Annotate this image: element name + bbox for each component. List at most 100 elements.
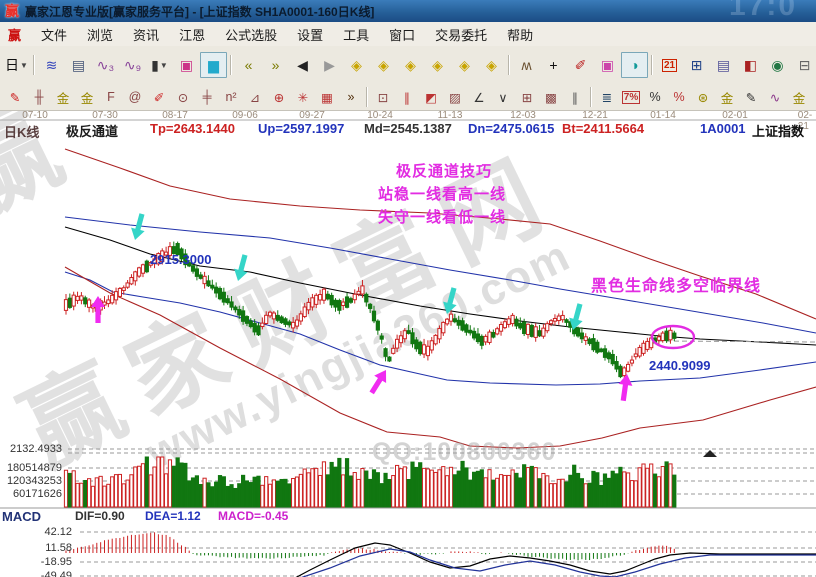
slash-tool-icon[interactable]: ∥ — [563, 86, 587, 108]
stock-name: 上证指数 — [752, 121, 804, 140]
toolbar-separator — [33, 55, 35, 75]
step-back-button[interactable]: ◀ — [289, 52, 316, 78]
macd-axis-tick-1: 42.12 — [0, 526, 72, 538]
date-tick: 11-13 — [438, 110, 463, 121]
channel-md-value: Md=2545.1387 — [364, 121, 452, 136]
goto-first-button[interactable]: « — [235, 52, 262, 78]
fan-box-tool-icon[interactable]: ◩ — [419, 86, 443, 108]
percent-tool-icon[interactable]: % — [643, 86, 667, 108]
box-grid-tool-icon[interactable]: ⊡ — [371, 86, 395, 108]
date-tick: 09-27 — [299, 110, 325, 121]
gold-bars-tool-icon[interactable]: 金 — [715, 86, 739, 108]
calculator-icon[interactable]: ⊞ — [683, 52, 710, 78]
fibonacci-tool-icon[interactable]: F — [99, 86, 123, 108]
period-label: 日K线 — [4, 122, 39, 141]
fan-box2-tool-icon[interactable]: ▨ — [443, 86, 467, 108]
goto-last-button[interactable]: » — [262, 52, 289, 78]
cycle-tool-icon[interactable]: ◑ — [621, 52, 648, 78]
indicator-3-icon[interactable]: ∿₃ — [92, 52, 119, 78]
red-pencil-tool-icon[interactable]: ✎ — [3, 86, 27, 108]
angle-lines-tool-icon[interactable]: ∠ — [467, 86, 491, 108]
sell-signal-arrow — [231, 253, 252, 283]
gann-grid-tool-icon[interactable]: ╫ — [27, 86, 51, 108]
step-forward-button[interactable]: ▶ — [316, 52, 343, 78]
expand-diamond-button[interactable]: ◈ — [397, 52, 424, 78]
seven-percent-tool-icon[interactable]: 7% — [619, 86, 643, 108]
gold-bars2-tool-icon[interactable]: 金 — [787, 86, 811, 108]
menu-item-browse[interactable]: 浏览 — [77, 23, 123, 46]
zigzag-overlay-icon[interactable]: ≋ — [38, 52, 65, 78]
menu-item-help[interactable]: 帮助 — [497, 23, 543, 46]
stock-code: 1A0001 — [700, 121, 746, 136]
calendar-21-icon[interactable]: 21 — [656, 52, 683, 78]
dropdown-arrow-icon[interactable]: ▼ — [160, 61, 168, 70]
menu-item-trade[interactable]: 交易委托 — [425, 23, 497, 46]
indicator-9-icon[interactable]: ∿₉ — [119, 52, 146, 78]
percent-line-tool-icon[interactable]: % — [667, 86, 691, 108]
trade-transfer-icon[interactable]: ⊟ — [791, 52, 816, 78]
menu-logo-icon: 赢 — [8, 25, 21, 44]
color-kline-icon[interactable]: ▆ — [200, 52, 227, 78]
date-tick: 08-17 — [162, 110, 188, 121]
macd-dif-value: DIF=0.90 — [75, 509, 125, 523]
candle-style-button[interactable]: ▮▼ — [146, 52, 173, 78]
toolbar-gann-tools: ✎╫金金F@✐⊙╪n²⊿⊕✳▦»⊡∥◩▨∠∨⊞▩∥≣7%%%⊛金✎∿金∠ — [0, 84, 816, 111]
tick-ruler-tool-icon[interactable]: ╪ — [195, 86, 219, 108]
date-tick: 07-30 — [92, 110, 118, 121]
pink-pattern-icon[interactable]: ▣ — [173, 52, 200, 78]
red-grid-tool-icon[interactable]: ▦ — [315, 86, 339, 108]
more-tools-chevron[interactable]: » — [339, 86, 363, 108]
pan-left-diamond-button[interactable]: ◈ — [343, 52, 370, 78]
target-circle-tool-icon[interactable]: ⊕ — [267, 86, 291, 108]
save-icon[interactable]: ◧ — [737, 52, 764, 78]
zoom-out-diamond-button[interactable]: ◈ — [451, 52, 478, 78]
net-disk-icon[interactable]: ◉ — [764, 52, 791, 78]
toolbar-separator — [230, 55, 232, 75]
menu-item-settings[interactable]: 设置 — [287, 23, 333, 46]
buy-signal-arrow — [366, 366, 392, 396]
price-axis-tick: 2132.4933 — [0, 443, 62, 455]
compress-diamond-button[interactable]: ◈ — [424, 52, 451, 78]
callout-tool-button[interactable]: ✐ — [567, 52, 594, 78]
spiral-tool-icon[interactable]: @ — [123, 86, 147, 108]
zoom-in-diamond-button[interactable]: ◈ — [478, 52, 505, 78]
dropdown-arrow-icon[interactable]: ▼ — [20, 61, 28, 70]
period-day-button[interactable]: 日▼ — [3, 52, 30, 78]
ink-pencil-tool-icon[interactable]: ✎ — [739, 86, 763, 108]
sail-tool-icon[interactable]: ⊿ — [243, 86, 267, 108]
menu-item-tools[interactable]: 工具 — [333, 23, 379, 46]
fan-lines-tool-icon[interactable]: ∥ — [395, 86, 419, 108]
starburst-tool-icon[interactable]: ✳ — [291, 86, 315, 108]
macd-dea-value: DEA=1.12 — [145, 509, 201, 523]
gold-ratio-tool-2-icon[interactable]: 金 — [75, 86, 99, 108]
marker-pencil-tool-icon[interactable]: ✐ — [147, 86, 171, 108]
menu-item-file[interactable]: 文件 — [31, 23, 77, 46]
toolbar-separator — [590, 87, 592, 107]
magenta-tool-icon[interactable]: ▣ — [594, 52, 621, 78]
toolbar-main: 日▼≋▤∿₃∿₉▮▼▣▆«»◀▶◈◈◈◈◈◈ʍ+✐▣◑21⊞▤◧◉⊟ — [0, 46, 816, 85]
notepad-icon[interactable]: ▤ — [710, 52, 737, 78]
toolbar-separator — [366, 87, 368, 107]
crosshair-tool-button[interactable]: + — [540, 52, 567, 78]
n-square-tool-icon[interactable]: n² — [219, 86, 243, 108]
cycle-circle-tool-icon[interactable]: ⊙ — [171, 86, 195, 108]
angle-j-tool-icon[interactable]: ∠ — [811, 86, 816, 108]
menu-item-window[interactable]: 窗口 — [379, 23, 425, 46]
menu-item-gann[interactable]: 江恩 — [169, 23, 215, 46]
info-note-icon[interactable]: ▤ — [65, 52, 92, 78]
gold-ratio-tool-1-icon[interactable]: 金 — [51, 86, 75, 108]
macd-axis-tick-3: -18.95 — [0, 556, 72, 568]
grid-b-tool-icon[interactable]: ▩ — [539, 86, 563, 108]
pan-right-diamond-button[interactable]: ◈ — [370, 52, 397, 78]
hand-tool-button[interactable]: ʍ — [513, 52, 540, 78]
scale-ruler-tool-icon[interactable]: ≣ — [595, 86, 619, 108]
indicator-name: 极反通道 — [66, 121, 118, 140]
gold-circle-tool-icon[interactable]: ⊛ — [691, 86, 715, 108]
vee-tool-icon[interactable]: ∨ — [491, 86, 515, 108]
wave-tool-icon[interactable]: ∿ — [763, 86, 787, 108]
menu-item-news[interactable]: 资讯 — [123, 23, 169, 46]
annotation-channel-tip-title: 极反通道技巧 — [396, 160, 492, 181]
grid-a-tool-icon[interactable]: ⊞ — [515, 86, 539, 108]
menu-item-formula-stock[interactable]: 公式选股 — [215, 23, 287, 46]
date-tick: 12-21 — [582, 110, 608, 121]
